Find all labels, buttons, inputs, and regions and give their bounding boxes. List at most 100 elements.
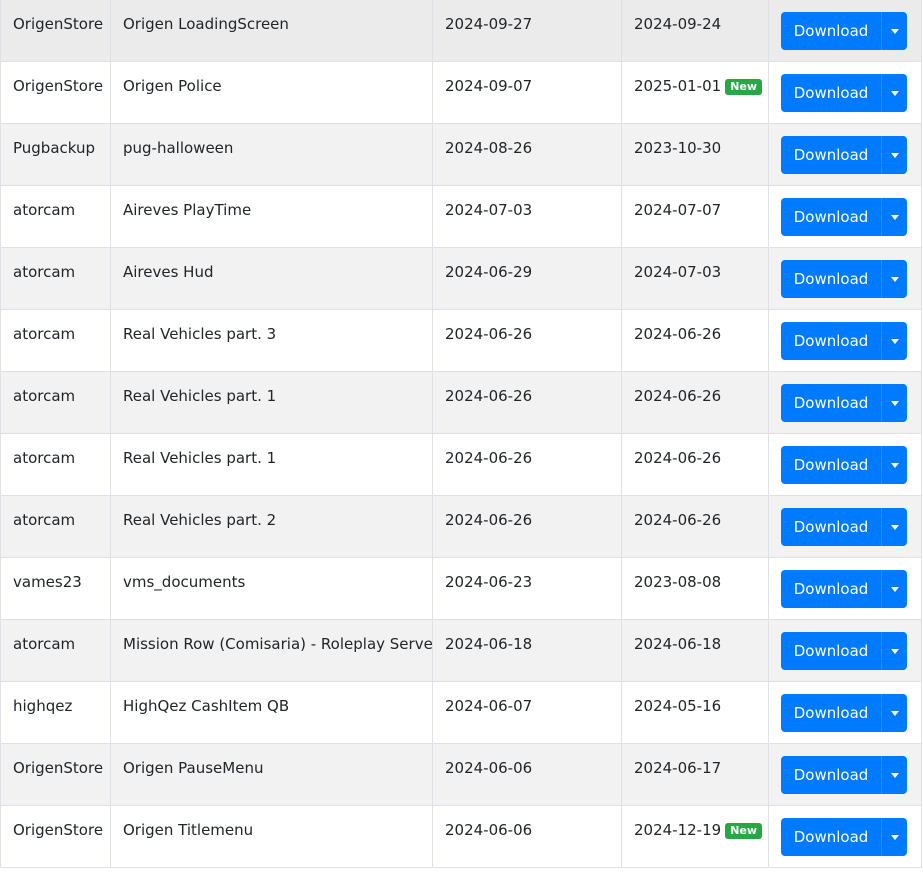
caret-down-icon <box>890 28 899 34</box>
download-button[interactable]: Download <box>781 198 881 236</box>
download-button[interactable]: Download <box>781 818 881 856</box>
resource-name-cell: Real Vehicles part. 3 <box>110 309 433 372</box>
action-cell: Download <box>768 371 922 434</box>
table-row: atorcam Aireves Hud 2024-06-29 2024-07-03 Do… <box>0 247 922 310</box>
updated-date-cell-text: 2024-06-23 <box>445 573 533 591</box>
expiry-date-cell-text: 2023-10-30 <box>634 139 722 157</box>
download-dropdown-toggle[interactable] <box>881 756 907 794</box>
author-cell: atorcam <box>0 619 111 682</box>
download-dropdown-toggle[interactable] <box>881 198 907 236</box>
expiry-date-cell: 2024-06-17 <box>621 743 769 806</box>
updated-date-cell: 2024-06-07 <box>432 681 622 744</box>
expiry-date-cell: 2024-06-26 <box>621 495 769 558</box>
resource-name-cell-text: HighQez CashItem QB <box>123 697 290 715</box>
expiry-date-cell-text: 2024-06-26 <box>634 325 722 343</box>
expiry-date-cell: 2023-10-30 <box>621 123 769 186</box>
caret-down-icon <box>890 710 899 716</box>
author-cell: atorcam <box>0 185 111 248</box>
download-button[interactable]: Download <box>781 260 881 298</box>
caret-down-icon <box>890 338 899 344</box>
updated-date-cell-text: 2024-06-06 <box>445 821 533 839</box>
download-button-group: Download <box>781 12 907 50</box>
table-row: atorcam Aireves PlayTime 2024-07-03 2024-07… <box>0 185 922 248</box>
table-row: Pugbackup pug-halloween 2024-08-26 2023-10-… <box>0 123 922 186</box>
download-dropdown-toggle[interactable] <box>881 632 907 670</box>
download-dropdown-toggle[interactable] <box>881 694 907 732</box>
download-button[interactable]: Download <box>781 508 881 546</box>
resource-name-cell: Real Vehicles part. 2 <box>110 495 433 558</box>
download-button[interactable]: Download <box>781 632 881 670</box>
expiry-date-cell: 2024-09-24 <box>621 0 769 62</box>
resource-name-cell-text: Origen LoadingScreen <box>123 15 289 33</box>
expiry-date-cell-text: 2025-01-01 <box>634 77 722 95</box>
expiry-date-cell-text: 2024-09-24 <box>634 15 722 33</box>
caret-down-icon <box>890 214 899 220</box>
resource-name-cell-text: Real Vehicles part. 1 <box>123 449 277 467</box>
author-cell-text: atorcam <box>13 325 76 343</box>
author-cell: OrigenStore <box>0 61 111 124</box>
updated-date-cell-text: 2024-06-26 <box>445 449 533 467</box>
download-dropdown-toggle[interactable] <box>881 260 907 298</box>
download-dropdown-toggle[interactable] <box>881 508 907 546</box>
download-button[interactable]: Download <box>781 74 881 112</box>
resource-name-cell-text: Aireves Hud <box>123 263 214 281</box>
author-cell-text: highqez <box>13 697 73 715</box>
author-cell: OrigenStore <box>0 0 111 62</box>
action-cell: Download <box>768 681 922 744</box>
resource-name-cell: Mission Row (Comisaria) - Roleplay Serve… <box>110 619 433 682</box>
expiry-date-cell-text: 2024-06-17 <box>634 759 722 777</box>
updated-date-cell-text: 2024-06-26 <box>445 325 533 343</box>
updated-date-cell: 2024-08-26 <box>432 123 622 186</box>
download-button[interactable]: Download <box>781 384 881 422</box>
expiry-date-cell-text: 2024-06-26 <box>634 511 722 529</box>
download-dropdown-toggle[interactable] <box>881 818 907 856</box>
author-cell-text: atorcam <box>13 511 76 529</box>
download-dropdown-toggle[interactable] <box>881 384 907 422</box>
download-button[interactable]: Download <box>781 694 881 732</box>
resource-name-cell-text: Origen PauseMenu <box>123 759 264 777</box>
download-dropdown-toggle[interactable] <box>881 322 907 360</box>
action-cell: Download <box>768 805 922 868</box>
expiry-date-cell: 2024-07-03 <box>621 247 769 310</box>
updated-date-cell-text: 2024-06-26 <box>445 511 533 529</box>
updated-date-cell: 2024-06-26 <box>432 371 622 434</box>
download-button[interactable]: Download <box>781 322 881 360</box>
updated-date-cell: 2024-06-06 <box>432 743 622 806</box>
download-dropdown-toggle[interactable] <box>881 570 907 608</box>
new-badge: New <box>725 823 763 839</box>
updated-date-cell: 2024-06-26 <box>432 433 622 496</box>
updated-date-cell-text: 2024-06-18 <box>445 635 533 653</box>
download-button[interactable]: Download <box>781 446 881 484</box>
expiry-date-cell: 2024-12-19 New <box>621 805 769 868</box>
expiry-date-cell-text: 2024-06-26 <box>634 449 722 467</box>
download-button[interactable]: Download <box>781 570 881 608</box>
author-cell: atorcam <box>0 495 111 558</box>
author-cell: OrigenStore <box>0 805 111 868</box>
expiry-date-cell: 2024-06-26 <box>621 371 769 434</box>
resource-name-cell: Real Vehicles part. 1 <box>110 371 433 434</box>
download-button[interactable]: Download <box>781 756 881 794</box>
updated-date-cell: 2024-06-26 <box>432 495 622 558</box>
action-cell: Download <box>768 185 922 248</box>
resource-name-cell: Origen PauseMenu <box>110 743 433 806</box>
download-dropdown-toggle[interactable] <box>881 12 907 50</box>
download-dropdown-toggle[interactable] <box>881 74 907 112</box>
download-dropdown-toggle[interactable] <box>881 136 907 174</box>
updated-date-cell-text: 2024-09-07 <box>445 77 533 95</box>
table-row: atorcam Real Vehicles part. 1 2024-06-26 20… <box>0 433 922 496</box>
updated-date-cell: 2024-07-03 <box>432 185 622 248</box>
download-button-group: Download <box>781 322 907 360</box>
expiry-date-cell: 2024-06-18 <box>621 619 769 682</box>
author-cell: vames23 <box>0 557 111 620</box>
caret-down-icon <box>890 152 899 158</box>
download-button[interactable]: Download <box>781 136 881 174</box>
download-button-group: Download <box>781 446 907 484</box>
download-dropdown-toggle[interactable] <box>881 446 907 484</box>
download-button[interactable]: Download <box>781 12 881 50</box>
caret-down-icon <box>890 648 899 654</box>
updated-date-cell-text: 2024-06-07 <box>445 697 533 715</box>
table-row: OrigenStore Origen Police 2024-09-07 2025-0… <box>0 61 922 124</box>
updated-date-cell-text: 2024-06-06 <box>445 759 533 777</box>
caret-down-icon <box>890 276 899 282</box>
expiry-date-cell-text: 2024-06-18 <box>634 635 722 653</box>
